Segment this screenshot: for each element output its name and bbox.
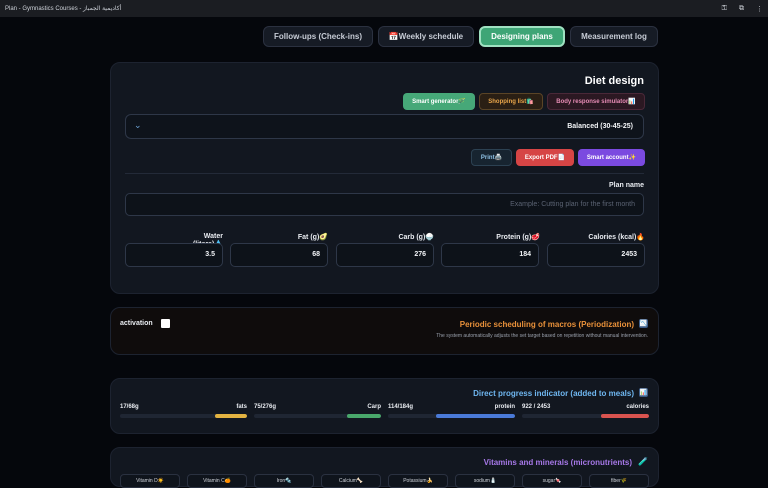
water-value: 3.5 (205, 251, 215, 258)
carb-input[interactable]: 276 (336, 243, 434, 267)
micronutrients-card: Vitamins and minerals (micronutrients) 🧪… (110, 447, 659, 488)
progress-item-protein: 114/184g protein (388, 404, 515, 420)
chevron-down-icon: ⌄ (134, 120, 142, 130)
periodization-subtitle: The system automatically adjusts the set… (436, 333, 648, 339)
calories-label: Calories (kcal)🔥 (588, 234, 645, 241)
extension-icon[interactable]: ⧉ (739, 5, 744, 13)
activation-label: activation (120, 320, 153, 327)
micronutrient-chip[interactable]: Iron🔩 (254, 474, 314, 488)
diet-design-title: Diet design (584, 75, 644, 87)
divider (125, 173, 644, 174)
progress-name: Carp (367, 404, 381, 410)
progress-item-carp: 75/276g Carp (254, 404, 381, 420)
progress-item-fats: 17/68g fats (120, 404, 247, 420)
water-input[interactable]: 3.5 (125, 243, 223, 267)
micronutrients-title: Vitamins and minerals (micronutrients) (483, 458, 632, 467)
activation-checkbox[interactable] (161, 319, 170, 328)
micronutrient-chip[interactable]: Calcium🦴 (321, 474, 381, 488)
tab-designing-plans[interactable]: Designing plans (479, 26, 565, 47)
chart-down-icon: 📉 (639, 319, 648, 328)
progress-fill (215, 414, 247, 418)
progress-current: 114/184g (388, 404, 414, 410)
progress-current: 17/68g (120, 404, 139, 410)
progress-track (388, 414, 515, 418)
more-menu-icon[interactable]: ⋮ (756, 5, 763, 13)
shopping-list-button[interactable]: Shopping list🛍️ (479, 93, 543, 110)
body-simulator-button[interactable]: Body response simulator📊 (547, 93, 645, 110)
smart-account-button[interactable]: Smart account✨ (578, 149, 645, 166)
micronutrient-chip[interactable]: Vitamin C🍊 (187, 474, 247, 488)
preset-select[interactable]: ⌄ Balanced (30-45-25) (125, 114, 644, 139)
plan-name-label: Plan name (608, 182, 644, 189)
preset-value: Balanced (30-45-25) (567, 123, 633, 130)
progress-fill (436, 414, 515, 418)
progress-current: 75/276g (254, 404, 277, 410)
tab-weekly-schedule[interactable]: 📅Weekly schedule (378, 26, 474, 47)
progress-card: Direct progress indicator (added to meal… (110, 378, 659, 434)
fat-value: 68 (312, 251, 320, 258)
fat-label: Fat (g)🥑 (297, 234, 328, 241)
periodization-title: Periodic scheduling of macros (Periodiza… (459, 320, 634, 329)
progress-name: fats (236, 404, 247, 410)
protein-value: 184 (519, 251, 531, 258)
calories-value: 2453 (621, 251, 637, 258)
protein-label: Protein (g)🥩 (496, 234, 540, 241)
window-title: Plan - Gymnastics Courses - أكاديمية الج… (5, 6, 122, 12)
tab-follow-ups[interactable]: Follow-ups (Check-ins) (263, 26, 373, 47)
window-controls: ⚿ ⧉ ⋮ (722, 5, 763, 13)
progress-fill (600, 414, 649, 418)
progress-current: 922 / 2453 (522, 404, 551, 410)
smart-generator-button[interactable]: Smart generator🪄 (403, 93, 475, 110)
carb-value: 276 (414, 251, 426, 258)
calories-input[interactable]: 2453 (547, 243, 645, 267)
plan-name-placeholder: Example: Cutting plan for the first mont… (510, 201, 635, 208)
diet-design-card: Diet design Smart generator🪄 Shopping li… (110, 62, 659, 294)
plan-name-input[interactable]: Example: Cutting plan for the first mont… (125, 193, 644, 216)
micronutrient-chip[interactable]: Potassium🍌 (388, 474, 448, 488)
progress-name: calories (626, 404, 649, 410)
progress-name: protein (494, 404, 515, 410)
carb-label: Carb (g)🍚 (398, 234, 434, 241)
key-icon[interactable]: ⚿ (722, 5, 727, 13)
print-button[interactable]: Print🖨️ (471, 149, 512, 166)
periodization-card: activation Periodic scheduling of macros… (110, 307, 659, 355)
test-tube-icon: 🧪 (638, 457, 648, 466)
progress-track (120, 414, 247, 418)
tab-measurement-log[interactable]: Measurement log (570, 26, 658, 47)
top-tabs: Follow-ups (Check-ins) 📅Weekly schedule … (263, 26, 658, 47)
progress-item-calories: 922 / 2453 calories (522, 404, 649, 420)
micronutrient-chip[interactable]: sodium🧂 (455, 474, 515, 488)
micronutrient-chip[interactable]: Vitamin D☀️ (120, 474, 180, 488)
export-pdf-button[interactable]: Export PDF📄 (516, 149, 574, 166)
title-bar: Plan - Gymnastics Courses - أكاديمية الج… (0, 0, 768, 17)
progress-track (522, 414, 649, 418)
micronutrient-chip[interactable]: fiber🌾 (589, 474, 649, 488)
progress-track (254, 414, 381, 418)
progress-title: Direct progress indicator (added to meal… (473, 389, 634, 398)
fat-input[interactable]: 68 (230, 243, 328, 267)
progress-fill (346, 414, 381, 418)
protein-input[interactable]: 184 (441, 243, 539, 267)
bar-chart-icon: 📊 (639, 388, 648, 397)
micronutrient-chip[interactable]: sugar🍬 (522, 474, 582, 488)
